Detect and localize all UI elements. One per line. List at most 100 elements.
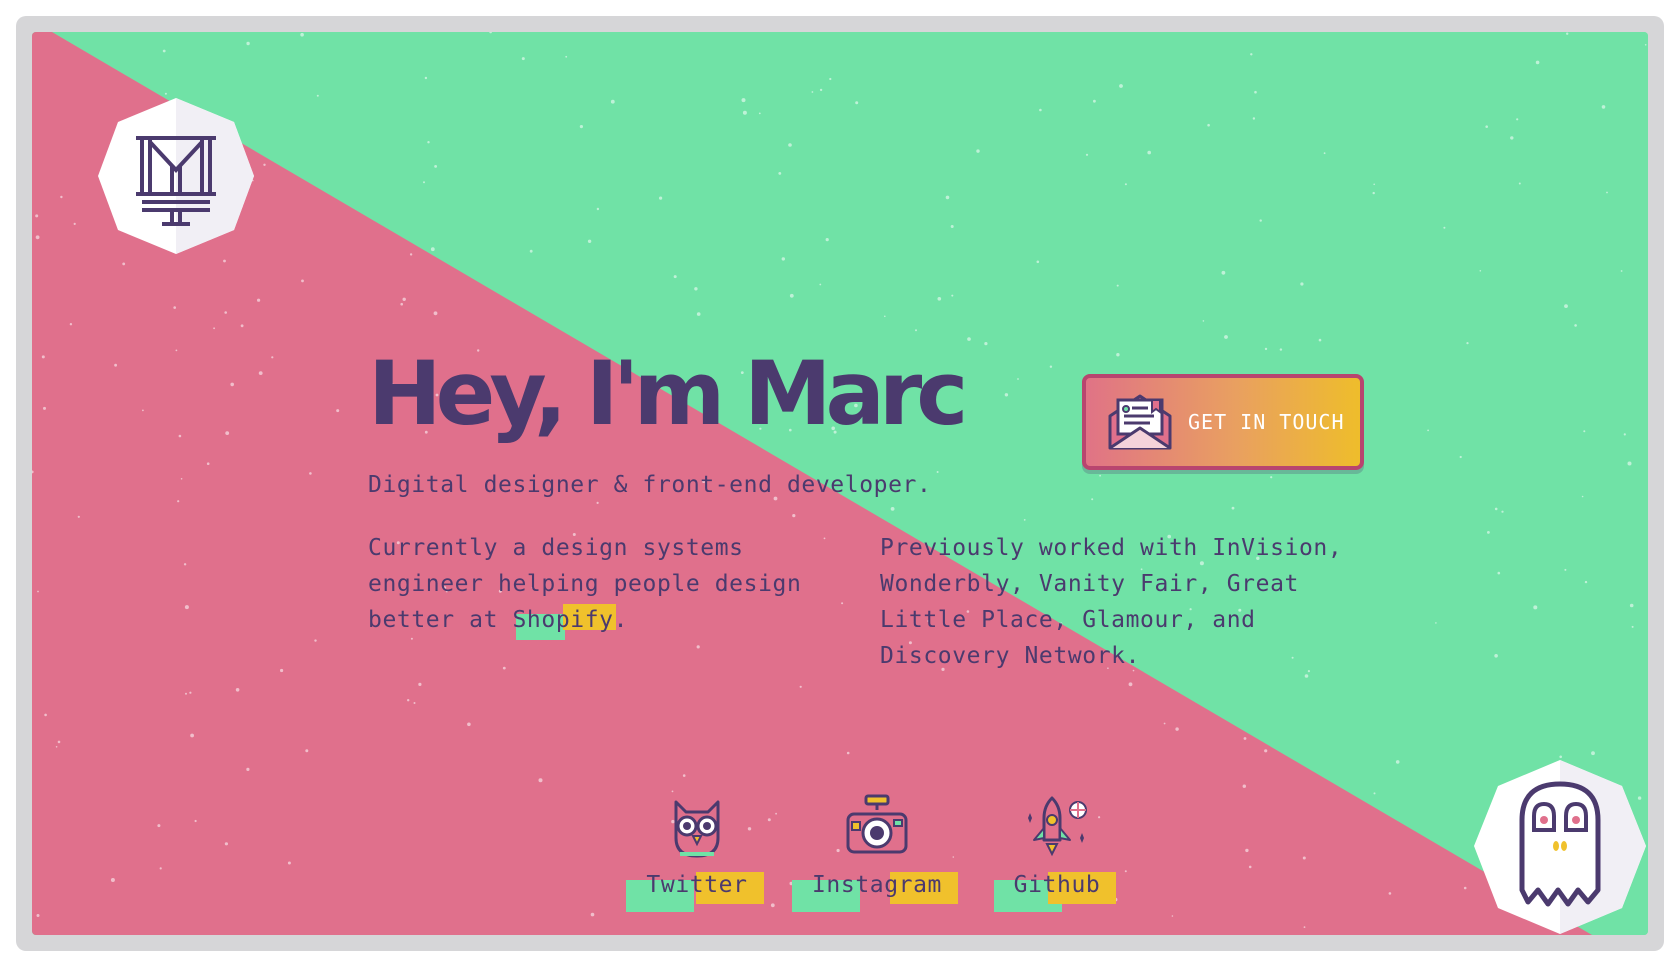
background-speckle <box>35 214 39 218</box>
background-speckle <box>596 501 599 504</box>
background-speckle <box>1629 603 1634 608</box>
background-speckle <box>1564 304 1568 308</box>
twitter-link[interactable]: Twitter <box>622 792 772 912</box>
background-speckle <box>424 76 428 80</box>
background-speckle <box>1224 335 1228 339</box>
hero-tagline: Digital designer & front-end developer. <box>368 472 932 498</box>
background-speckle <box>1270 476 1273 479</box>
background-speckle <box>300 32 304 37</box>
background-speckle <box>596 207 600 211</box>
background-speckle <box>246 41 250 46</box>
background-speckle <box>1124 183 1127 186</box>
background-speckle <box>841 602 844 605</box>
background-speckle <box>213 327 216 330</box>
background-speckle <box>1250 53 1253 56</box>
github-link[interactable]: Github <box>982 792 1132 912</box>
background-speckle <box>1485 125 1488 128</box>
background-speckle <box>1221 270 1226 275</box>
instagram-link[interactable]: Instagram <box>791 792 959 912</box>
background-speckle <box>1093 99 1096 103</box>
background-speckle <box>1302 856 1306 860</box>
background-speckle <box>1036 260 1040 264</box>
background-speckle <box>1497 571 1501 575</box>
background-speckle <box>890 507 895 511</box>
ghost-skull-icon <box>1474 760 1646 934</box>
shopify-link[interactable]: Shopify <box>512 602 616 640</box>
background-speckle <box>1231 506 1235 510</box>
background-speckle <box>409 253 413 256</box>
background-speckle <box>162 49 166 53</box>
background-speckle <box>430 247 435 252</box>
background-speckle <box>1147 150 1151 155</box>
background-speckle <box>1435 622 1437 624</box>
background-speckle <box>951 294 954 297</box>
background-speckle <box>1119 84 1123 88</box>
background-speckle <box>1388 892 1392 895</box>
background-speckle <box>1584 580 1588 584</box>
background-speckle <box>829 77 832 81</box>
background-speckle <box>1243 737 1247 740</box>
background-speckle <box>142 409 144 412</box>
background-speckle <box>185 692 187 695</box>
background-speckle <box>314 639 317 642</box>
background-speckle <box>164 92 167 95</box>
background-speckle <box>742 110 747 115</box>
background-speckle <box>781 257 785 261</box>
mh-monogram-icon <box>98 98 254 254</box>
hero-stage: Hey, I'm Marc Digital designer & front-e… <box>32 32 1648 935</box>
background-speckle <box>1248 865 1252 869</box>
background-speckle <box>157 824 161 828</box>
background-speckle <box>1510 136 1514 140</box>
site-logo[interactable] <box>96 96 256 256</box>
instagram-label: Instagram <box>791 872 959 912</box>
background-speckle <box>587 239 592 243</box>
background-speckle <box>37 590 39 593</box>
camera-icon <box>846 794 908 854</box>
background-speckle <box>1620 270 1623 272</box>
background-speckle <box>1004 393 1009 397</box>
background-speckle <box>402 297 406 301</box>
previous-work-text: Previously worked with InVision, Wonderb… <box>880 535 1343 669</box>
background-speckle <box>945 195 950 200</box>
background-speckle <box>159 867 162 870</box>
background-speckle <box>579 125 584 129</box>
hero-title: Hey, I'm Marc <box>368 342 968 445</box>
background-speckle <box>1463 886 1467 890</box>
background-speckle <box>758 112 761 115</box>
background-speckle <box>1091 498 1094 501</box>
background-speckle <box>1631 625 1634 628</box>
background-speckle <box>1245 848 1249 853</box>
background-speckle <box>778 172 782 175</box>
background-speckle <box>799 685 802 688</box>
background-speckle <box>937 297 942 301</box>
get-in-touch-button[interactable]: GET IN TOUCH <box>1082 374 1364 470</box>
background-speckle <box>1533 605 1538 610</box>
background-speckle <box>189 691 192 694</box>
background-speckle <box>309 472 312 475</box>
background-speckle <box>1373 792 1376 795</box>
background-speckle <box>1202 320 1205 322</box>
background-speckle <box>1591 751 1595 756</box>
background-speckle <box>967 337 971 341</box>
background-speckle <box>36 914 40 917</box>
background-speckle <box>884 315 886 318</box>
background-speckle <box>407 699 410 702</box>
background-speckle <box>280 668 284 673</box>
background-speckle <box>258 371 263 375</box>
background-speckle <box>1574 324 1577 327</box>
background-speckle <box>825 238 829 242</box>
background-speckle <box>41 355 45 359</box>
get-in-touch-label: GET IN TOUCH <box>1188 410 1345 434</box>
background-speckle <box>122 262 126 266</box>
background-speckle <box>60 195 63 199</box>
background-speckle <box>1627 461 1632 466</box>
background-speckle <box>225 431 230 435</box>
background-speckle <box>1564 568 1567 571</box>
background-speckle <box>1373 183 1375 186</box>
background-speckle <box>502 666 506 670</box>
background-speckle <box>175 349 178 352</box>
background-speckle <box>263 163 266 166</box>
background-speckle <box>984 342 988 346</box>
background-speckle <box>1175 727 1179 731</box>
background-speckle <box>1494 654 1498 658</box>
